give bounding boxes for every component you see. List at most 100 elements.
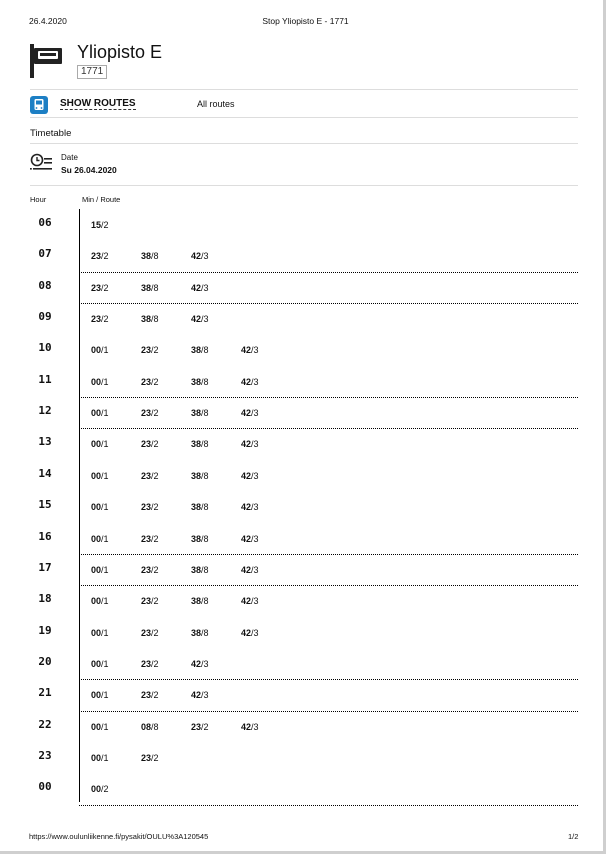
timetable-heading: Timetable — [30, 128, 72, 139]
divider — [30, 143, 578, 144]
departure-entry: 38/8 — [191, 533, 209, 544]
hour-label: 09 — [38, 310, 52, 324]
departure-entry: 08/8 — [141, 721, 159, 732]
departure-entry: 00/1 — [91, 690, 109, 701]
departure-entry: 00/1 — [91, 752, 109, 763]
clock-list-icon — [30, 153, 52, 170]
all-routes-text: All routes — [197, 99, 235, 109]
print-title: Stop Yliopisto E - 1771 — [262, 16, 349, 26]
hour-separator — [79, 553, 578, 555]
departure-entry: 23/2 — [91, 314, 109, 325]
departure-entry: 38/8 — [191, 408, 209, 419]
footer-page-number: 1/2 — [568, 832, 579, 841]
departure-entry: 00/1 — [91, 376, 109, 387]
min-route-column-header: Min / Route — [82, 195, 121, 204]
departure-entry: 00/1 — [91, 439, 109, 450]
departure-entry: 23/2 — [141, 345, 159, 356]
departure-entry: 23/2 — [141, 658, 159, 669]
hour-label: 18 — [38, 592, 52, 606]
departure-entry: 38/8 — [191, 376, 209, 387]
departure-entry: 38/8 — [141, 314, 159, 325]
departure-entry: 42/3 — [241, 376, 259, 387]
hour-label: 15 — [38, 498, 52, 512]
departure-entry: 38/8 — [191, 627, 209, 638]
hour-label: 00 — [38, 780, 52, 794]
hour-separator — [79, 303, 578, 305]
departure-entry: 23/2 — [141, 627, 159, 638]
departure-entry: 38/8 — [191, 439, 209, 450]
hour-column-header: Hour — [30, 195, 47, 204]
hour-label: 14 — [38, 466, 52, 480]
departure-entry: 23/2 — [141, 564, 159, 575]
departure-entry: 00/1 — [91, 627, 109, 638]
hour-label: 21 — [38, 686, 52, 700]
departure-entry: 23/2 — [141, 502, 159, 513]
bus-stop-sign-icon — [30, 44, 62, 78]
hour-label: 06 — [38, 216, 52, 229]
departure-entry: 42/3 — [191, 658, 209, 669]
stop-code-badge: 1771 — [77, 65, 108, 79]
show-routes-link[interactable]: SHOW ROUTES — [60, 98, 136, 110]
hour-separator — [79, 397, 578, 399]
departure-entry: 23/2 — [141, 533, 159, 544]
departure-entry: 38/8 — [191, 502, 209, 513]
hour-label: 20 — [38, 654, 52, 668]
hour-label: 12 — [38, 404, 52, 418]
hour-separator — [79, 710, 578, 712]
departure-entry: 38/8 — [191, 345, 209, 356]
departure-entry: 00/1 — [91, 564, 109, 575]
departure-entry: 23/2 — [141, 752, 159, 763]
departure-entry: 23/2 — [141, 439, 159, 450]
departure-entry: 23/2 — [191, 721, 209, 732]
departure-entry: 42/3 — [241, 502, 259, 513]
departure-entry: 42/3 — [241, 345, 259, 356]
departure-entry: 00/1 — [91, 596, 109, 607]
hour-label: 23 — [38, 748, 52, 762]
departure-entry: 42/3 — [241, 533, 259, 544]
departure-entry: 38/8 — [191, 596, 209, 607]
divider — [30, 185, 578, 186]
departure-entry: 42/3 — [241, 627, 259, 638]
departure-entry: 23/2 — [141, 596, 159, 607]
hour-label: 10 — [38, 341, 52, 355]
hour-separator — [79, 428, 578, 430]
departure-entry: 23/2 — [91, 251, 109, 262]
departure-entry: 42/3 — [241, 721, 259, 732]
departure-entry: 42/3 — [241, 564, 259, 575]
departure-entry: 00/1 — [91, 502, 109, 513]
departure-entry: 23/2 — [141, 376, 159, 387]
departure-entry: 42/3 — [191, 251, 209, 262]
hour-label: 19 — [38, 623, 52, 637]
hour-label: 13 — [38, 435, 52, 449]
departure-entry: 00/1 — [91, 408, 109, 419]
departure-entry: 42/3 — [191, 690, 209, 701]
departure-entry: 38/8 — [141, 282, 159, 293]
departure-entry: 00/1 — [91, 470, 109, 481]
hour-separator — [79, 271, 578, 273]
departure-entry: 23/2 — [141, 690, 159, 701]
date-value: Su 26.04.2020 — [61, 165, 117, 175]
bus-icon — [30, 96, 48, 114]
hour-label: 17 — [38, 560, 52, 574]
hour-separator — [79, 585, 578, 587]
departure-entry: 42/3 — [191, 314, 209, 325]
hour-divider-line — [79, 209, 80, 802]
hour-label: 11 — [38, 372, 52, 386]
footer-url: https://www.oulunliikenne.fi/pysakit/OUL… — [29, 832, 209, 841]
departure-entry: 23/2 — [91, 282, 109, 293]
hour-label: 07 — [38, 247, 52, 261]
departure-entry: 00/1 — [91, 533, 109, 544]
departure-entry: 00/2 — [91, 784, 109, 795]
hour-label: 08 — [38, 278, 52, 292]
departure-entry: 38/8 — [191, 564, 209, 575]
departure-entry: 42/3 — [191, 282, 209, 293]
departure-entry: 42/3 — [241, 596, 259, 607]
departure-entry: 42/3 — [241, 470, 259, 481]
departure-entry: 23/2 — [141, 470, 159, 481]
hour-separator — [79, 804, 578, 806]
departure-entry: 15/2 — [91, 220, 109, 230]
hour-separator — [79, 679, 578, 681]
stop-name: Yliopisto E — [77, 42, 163, 62]
date-label: Date — [61, 153, 78, 162]
departure-entry: 38/8 — [191, 470, 209, 481]
